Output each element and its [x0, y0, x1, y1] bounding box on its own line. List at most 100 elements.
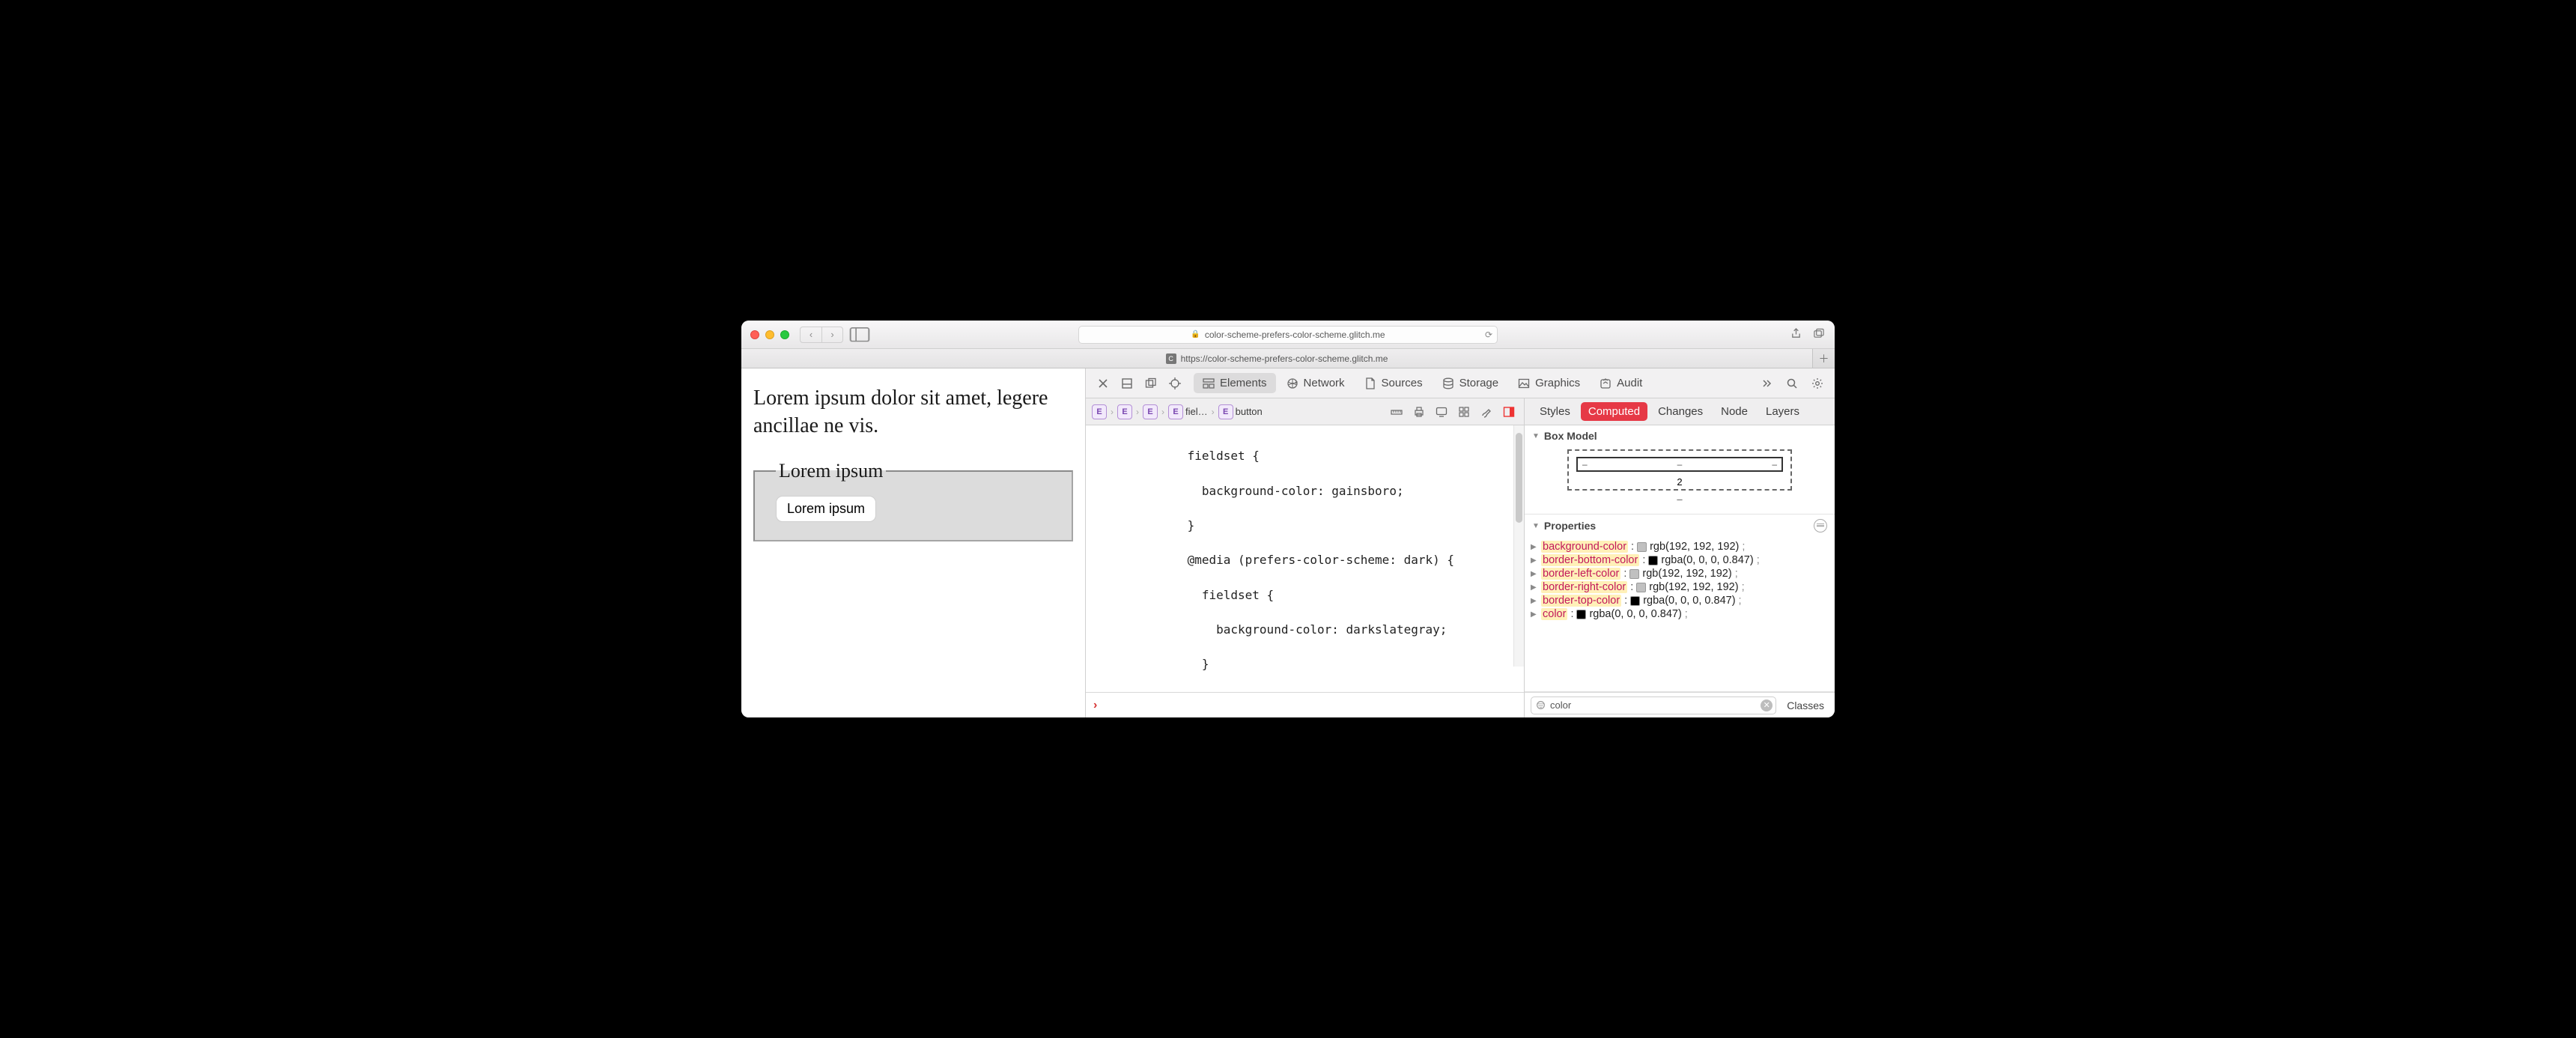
tab-storage-label: Storage	[1459, 377, 1499, 389]
search-button[interactable]	[1782, 374, 1802, 393]
code-line: @media (prefers-color-scheme: dark) {	[1101, 553, 1454, 567]
url-text: color-scheme-prefers-color-scheme.glitch…	[1205, 330, 1385, 340]
element-badge-icon: E	[1092, 404, 1107, 419]
boxmodel-border: – – –	[1576, 457, 1783, 472]
zoom-window-button[interactable]	[780, 330, 789, 339]
browser-tab[interactable]: C https://color-scheme-prefers-color-sch…	[741, 349, 1812, 368]
network-icon	[1287, 377, 1298, 389]
dom-tree[interactable]: fieldset { background-color: gainsboro; …	[1086, 425, 1524, 692]
styletab-computed[interactable]: Computed	[1581, 402, 1647, 421]
crumb-sep: ›	[1211, 407, 1215, 417]
page-button[interactable]: Lorem ipsum	[776, 496, 876, 522]
chevron-double-right-icon	[1761, 377, 1772, 389]
minimize-window-button[interactable]	[765, 330, 774, 339]
styles-subtabs: Styles Computed Changes Node Layers	[1524, 398, 1835, 425]
ruler-icon	[1391, 406, 1403, 418]
reload-button[interactable]: ⟳	[1485, 330, 1492, 340]
tab-network-label: Network	[1304, 377, 1345, 389]
panel-right-icon	[1503, 406, 1515, 418]
compositing-button[interactable]	[1455, 403, 1473, 421]
inspect-element-button[interactable]	[1165, 374, 1185, 393]
tab-network[interactable]: Network	[1278, 373, 1354, 393]
crumb-label: button	[1236, 406, 1263, 417]
tab-graphics-label: Graphics	[1535, 377, 1580, 389]
tabs-overview-button[interactable]	[1811, 328, 1826, 342]
dock-side-button[interactable]	[1117, 374, 1137, 393]
share-button[interactable]	[1788, 328, 1803, 342]
property-row[interactable]: ▶border-right-color: rgb(192, 192, 192);	[1531, 580, 1829, 594]
settings-button[interactable]	[1808, 374, 1827, 393]
crumb-2[interactable]: E	[1117, 404, 1132, 419]
audit-icon	[1600, 377, 1611, 389]
overflow-button[interactable]	[1757, 374, 1776, 393]
semicolon: ;	[1742, 581, 1745, 593]
crumb-3[interactable]: E	[1143, 404, 1158, 419]
styletab-node[interactable]: Node	[1713, 402, 1755, 421]
nav-arrows: ‹ ›	[800, 327, 843, 343]
dock-window-button[interactable]	[1141, 374, 1161, 393]
disclosure-triangle-icon: ▶	[1531, 583, 1538, 592]
property-name: border-left-color	[1541, 568, 1620, 580]
screen-icon	[1436, 406, 1448, 418]
sidebar-toggle-button[interactable]	[849, 327, 870, 342]
tab-audit[interactable]: Audit	[1591, 373, 1651, 393]
breadcrumb-bar: E › E › E › Efiel… › Ebutton	[1086, 398, 1524, 425]
color-swatch-icon	[1648, 556, 1658, 565]
crumb-fieldset[interactable]: Efiel…	[1168, 404, 1208, 419]
crumb-sep: ›	[1110, 407, 1114, 417]
colon: :	[1624, 595, 1627, 607]
styletab-styles[interactable]: Styles	[1532, 402, 1578, 421]
devtools: Elements Network Sources Storage	[1086, 368, 1835, 717]
property-value: rgb(192, 192, 192)	[1649, 581, 1738, 593]
back-button[interactable]: ‹	[801, 327, 821, 342]
scroll-thumb[interactable]	[1516, 433, 1522, 523]
properties-header[interactable]: ▼ Properties	[1525, 515, 1835, 537]
tab-elements[interactable]: Elements	[1194, 373, 1276, 393]
layout-toggle-button[interactable]	[1500, 403, 1518, 421]
property-row[interactable]: ▶border-bottom-color: rgba(0, 0, 0, 0.84…	[1531, 553, 1829, 567]
clear-filter-button[interactable]: ✕	[1761, 699, 1772, 711]
gear-icon	[1811, 377, 1823, 389]
disclosure-triangle-icon: ▶	[1531, 556, 1538, 565]
filter-input[interactable]: color ✕	[1531, 696, 1776, 714]
forward-button[interactable]: ›	[821, 327, 842, 342]
boxmodel-header[interactable]: ▼ Box Model	[1525, 425, 1835, 446]
close-devtools-button[interactable]	[1093, 374, 1113, 393]
color-swatch-icon	[1630, 596, 1640, 606]
new-tab-button[interactable]: ＋	[1812, 349, 1835, 368]
properties-title: Properties	[1544, 520, 1596, 532]
property-row[interactable]: ▶color: rgba(0, 0, 0, 0.847);	[1531, 607, 1829, 621]
styletab-layers[interactable]: Layers	[1758, 402, 1807, 421]
code-line: fieldset {	[1101, 449, 1260, 463]
tab-label: https://color-scheme-prefers-color-schem…	[1181, 353, 1388, 364]
crumb-1[interactable]: E	[1092, 404, 1107, 419]
tab-graphics[interactable]: Graphics	[1509, 373, 1589, 393]
property-row[interactable]: ▶background-color: rgb(192, 192, 192);	[1531, 540, 1829, 553]
boxmodel-diagram: – – – 2 –	[1525, 446, 1835, 514]
semicolon: ;	[1739, 595, 1742, 607]
crumb-sep: ›	[1161, 407, 1165, 417]
color-scheme-button[interactable]	[1433, 403, 1450, 421]
dom-scrollbar[interactable]	[1513, 425, 1524, 667]
property-row[interactable]: ▶border-left-color: rgb(192, 192, 192);	[1531, 567, 1829, 580]
grid-icon	[1458, 406, 1470, 418]
filter-toggle-icon[interactable]	[1814, 519, 1827, 532]
crumb-label: fiel…	[1185, 406, 1208, 417]
crumb-button[interactable]: Ebutton	[1218, 404, 1263, 419]
rulers-button[interactable]	[1388, 403, 1406, 421]
paint-flashing-button[interactable]	[1477, 403, 1495, 421]
styletab-changes[interactable]: Changes	[1650, 402, 1710, 421]
print-styles-button[interactable]	[1410, 403, 1428, 421]
tab-storage[interactable]: Storage	[1433, 373, 1508, 393]
property-row[interactable]: ▶border-top-color: rgba(0, 0, 0, 0.847);	[1531, 594, 1829, 607]
console-strip[interactable]: ›	[1086, 692, 1524, 717]
url-bar[interactable]: 🔒 color-scheme-prefers-color-scheme.glit…	[1078, 326, 1498, 344]
close-window-button[interactable]	[750, 330, 759, 339]
tabs-icon	[1813, 328, 1824, 339]
favicon-icon: C	[1166, 353, 1176, 364]
tab-sources[interactable]: Sources	[1355, 373, 1432, 393]
classes-button[interactable]: Classes	[1782, 698, 1829, 713]
color-swatch-icon	[1637, 542, 1647, 552]
tab-sources-label: Sources	[1382, 377, 1423, 389]
boxmodel-value: 2	[1576, 475, 1783, 488]
